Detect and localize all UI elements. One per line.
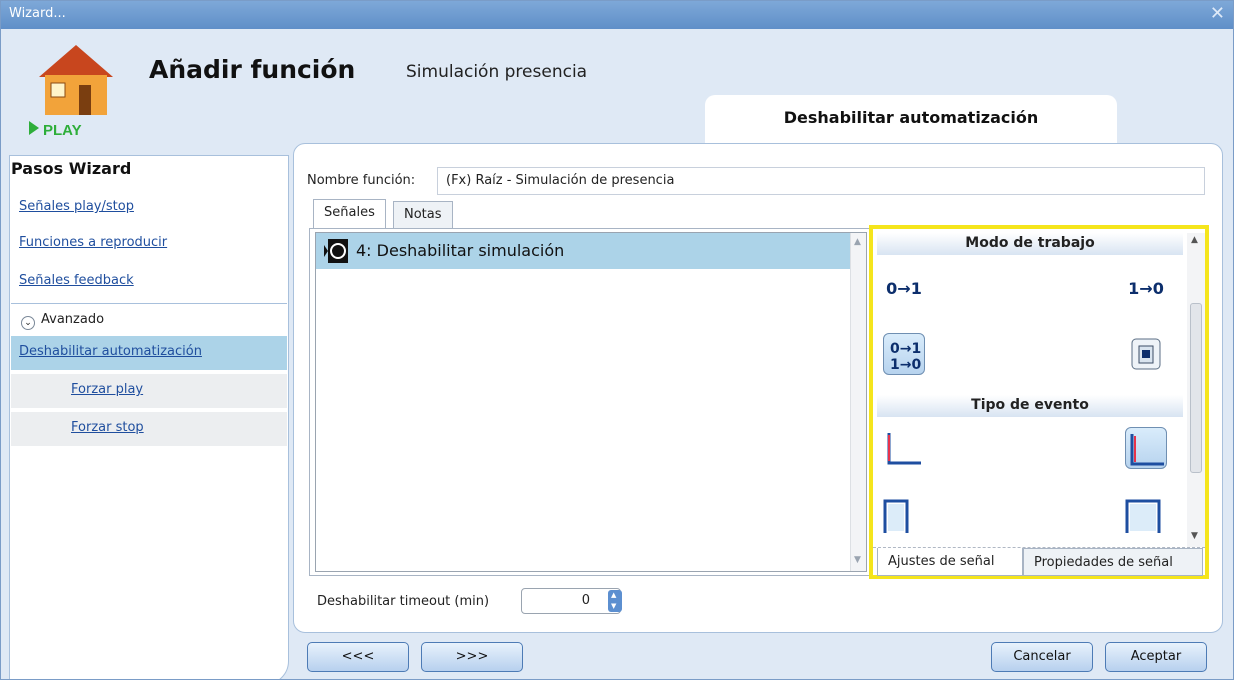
mode-toggle-button[interactable]: 0→1 1→0 xyxy=(883,333,925,375)
mode-switch-button[interactable] xyxy=(1125,333,1167,375)
signal-settings-content: Modo de trabajo 0→1 1→0 0→1 1→0 Tipo de … xyxy=(877,233,1189,547)
signal-icon xyxy=(324,239,348,263)
settings-tabs: Ajustes de señal Propiedades de señal xyxy=(873,547,1205,576)
signal-settings-panel: Modo de trabajo 0→1 1→0 0→1 1→0 Tipo de … xyxy=(869,225,1209,579)
sidebar-item-disable-automation[interactable]: Deshabilitar automatización xyxy=(11,336,287,370)
wizard-window: Wizard... ✕ PLAY Añadir función Simulaci… xyxy=(0,0,1234,680)
signal-list-scrollbar[interactable]: ▲ ▼ xyxy=(850,233,866,571)
mode-1-to-0-label: 1→0 xyxy=(1128,279,1164,298)
sidebar-item-signals-play-stop[interactable]: Señales play/stop xyxy=(11,191,287,225)
signal-label: 4: Deshabilitar simulación xyxy=(356,241,565,260)
scroll-down-icon[interactable]: ▼ xyxy=(1191,531,1198,541)
tab-notes[interactable]: Notas xyxy=(393,201,453,229)
tab-signal-properties[interactable]: Propiedades de señal xyxy=(1023,548,1203,576)
svg-text:0→1: 0→1 xyxy=(890,341,921,357)
timeout-stepper[interactable]: ▲ ▼ xyxy=(608,590,622,612)
next-button[interactable]: >>> xyxy=(421,642,523,672)
page-subtitle: Simulación presencia xyxy=(406,62,588,82)
page-title: Añadir función xyxy=(149,55,356,84)
cancel-button[interactable]: Cancelar xyxy=(991,642,1093,672)
work-mode-title: Modo de trabajo xyxy=(877,233,1183,255)
sidebar-item-force-play[interactable]: Forzar play xyxy=(11,374,287,408)
stepper-up-icon[interactable]: ▲ xyxy=(611,591,616,599)
sidebar-item-functions[interactable]: Funciones a reproducir xyxy=(11,227,287,261)
stepper-down-icon[interactable]: ▼ xyxy=(611,602,616,610)
sidebar-item-feedback[interactable]: Señales feedback xyxy=(11,265,287,299)
event-pulse-button[interactable] xyxy=(883,495,925,537)
sidebar-item-force-stop[interactable]: Forzar stop xyxy=(11,412,287,446)
switch-icon xyxy=(1131,338,1161,370)
timeout-input[interactable]: 0 xyxy=(521,588,621,614)
scroll-up-icon[interactable]: ▲ xyxy=(1191,235,1198,245)
sidebar-advanced-toggle[interactable]: ⌄ Avanzado xyxy=(11,303,287,335)
pulse-event-icon xyxy=(883,499,909,533)
advanced-label: Avanzado xyxy=(41,312,105,327)
sidebar-title: Pasos Wizard xyxy=(11,159,132,178)
close-icon[interactable]: ✕ xyxy=(1210,3,1225,24)
timeout-label: Deshabilitar timeout (min) xyxy=(317,594,490,609)
svg-text:1→0: 1→0 xyxy=(890,357,921,373)
previous-button[interactable]: <<< xyxy=(307,642,409,672)
function-name-label: Nombre función: xyxy=(307,173,416,188)
scroll-thumb[interactable] xyxy=(1190,303,1202,473)
edge-level-icon xyxy=(1130,434,1164,466)
edge-event-icon xyxy=(887,433,921,465)
current-step-title: Deshabilitar automatización xyxy=(705,95,1117,145)
event-level-button[interactable] xyxy=(1125,427,1167,469)
function-name-input[interactable]: (Fx) Raíz - Simulación de presencia xyxy=(437,167,1205,195)
title-bar: Wizard... ✕ xyxy=(1,1,1233,29)
toggle-mode-icon: 0→1 1→0 xyxy=(890,341,921,373)
pulse-alt-event-icon xyxy=(1125,499,1161,533)
window-title: Wizard... xyxy=(9,6,66,21)
header: PLAY Añadir función Simulación presencia… xyxy=(1,29,1233,145)
scroll-down-icon[interactable]: ▼ xyxy=(854,555,861,565)
event-rising-edge-button[interactable] xyxy=(883,427,925,469)
mode-1-to-0-button[interactable]: 1→0 xyxy=(1125,269,1167,311)
scroll-up-icon[interactable]: ▲ xyxy=(854,237,861,247)
signal-list: 4: Deshabilitar simulación ▲ ▼ xyxy=(315,232,867,572)
settings-scrollbar[interactable]: ▲ ▼ xyxy=(1187,233,1205,547)
tab-signals[interactable]: Señales xyxy=(313,199,386,229)
mode-0-to-1-label: 0→1 xyxy=(886,279,922,298)
mode-0-to-1-button[interactable]: 0→1 xyxy=(883,269,925,311)
tab-signal-settings[interactable]: Ajustes de señal xyxy=(877,548,1023,576)
chevron-down-icon: ⌄ xyxy=(21,316,35,330)
accept-button[interactable]: Aceptar xyxy=(1105,642,1207,672)
event-type-title: Tipo de evento xyxy=(877,395,1183,417)
event-pulse-alt-button[interactable] xyxy=(1125,495,1167,537)
list-item[interactable]: 4: Deshabilitar simulación xyxy=(316,233,852,269)
logo-text: PLAY xyxy=(43,122,82,137)
play-logo-icon: PLAY xyxy=(29,45,113,137)
